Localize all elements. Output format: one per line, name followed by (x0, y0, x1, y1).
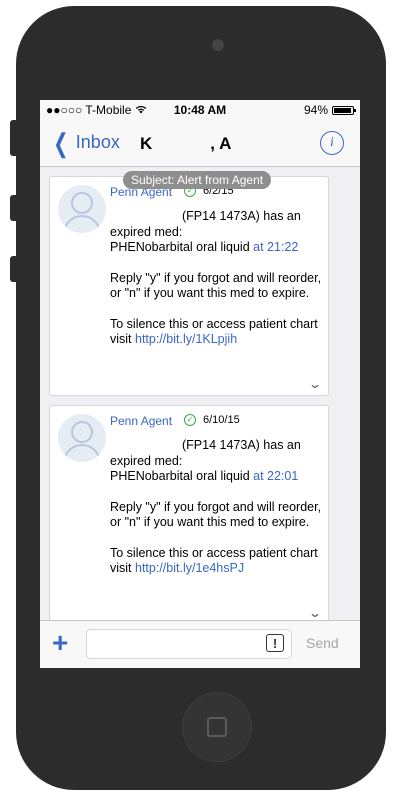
subject-pill: Subject: Alert from Agent (123, 171, 272, 189)
avatar-icon (58, 185, 106, 233)
volume-down-button (10, 256, 18, 282)
mrn-line: (FP14 1473A) has an (182, 438, 301, 452)
mute-switch (10, 120, 18, 156)
chart-link[interactable]: http://bit.ly/1KLpjih (135, 332, 237, 346)
send-button[interactable]: Send (306, 635, 339, 651)
sender-name[interactable]: Penn Agent (110, 414, 172, 428)
alert-paragraph: (FP14 1473A) has an expired med: PHENoba… (110, 209, 325, 256)
message-date: 6/10/15 (203, 414, 240, 426)
title-first: K (140, 134, 153, 153)
battery-status: 94% (303, 103, 356, 117)
title-last: , A (210, 134, 232, 153)
battery-percent: 94% (303, 103, 328, 117)
info-icon[interactable]: i (320, 131, 344, 155)
battery-fill (334, 107, 351, 113)
time-link[interactable]: at 22:01 (253, 469, 298, 483)
message-body: (FP14 1473A) has an expired med: PHENoba… (110, 438, 325, 592)
message-card: Penn Agent ✓ 6/2/15 (FP14 1473A) has an … (49, 176, 329, 396)
message-card: Penn Agent ✓ 6/10/15 (FP14 1473A) has an… (49, 405, 329, 620)
alert-paragraph: (FP14 1473A) has an expired med: PHENoba… (110, 438, 325, 485)
message-composer: + ! Send (40, 620, 360, 668)
silence-paragraph: To silence this or access patient chart … (110, 546, 325, 577)
chart-link[interactable]: http://bit.ly/1e4hsPJ (135, 561, 244, 575)
add-attachment-button[interactable]: + (52, 628, 68, 658)
message-list: Penn Agent ✓ 6/2/15 (FP14 1473A) has an … (40, 166, 360, 620)
reply-instructions: Reply "y" if you forgot and will reorder… (110, 270, 322, 301)
reply-instructions: Reply "y" if you forgot and will reorder… (110, 499, 322, 530)
volume-up-button (10, 195, 18, 221)
home-square-icon (207, 717, 227, 737)
silence-paragraph: To silence this or access patient chart … (110, 317, 325, 348)
redaction-mask (152, 135, 211, 154)
front-camera (212, 39, 224, 51)
expired-line: expired med: (110, 224, 183, 239)
message-input[interactable] (86, 629, 292, 659)
mrn-line: (FP14 1473A) has an (182, 209, 301, 223)
status-bar: ●●○○○ T-Mobile 10:48 AM 94% (40, 100, 360, 120)
med-name: PHENobarbital oral liquid (110, 240, 254, 254)
verified-check-icon: ✓ (184, 414, 196, 426)
home-button[interactable] (182, 692, 252, 762)
battery-icon (332, 105, 356, 115)
chevron-down-icon[interactable]: ⌄ (308, 377, 322, 391)
back-to-inbox-button[interactable]: ❮ Inbox (50, 127, 120, 158)
expired-line: expired med: (110, 453, 183, 468)
chevron-left-icon: ❮ (53, 127, 69, 158)
back-label: Inbox (75, 132, 120, 152)
message-body: (FP14 1473A) has an expired med: PHENoba… (110, 209, 325, 363)
navigation-bar: ❮ Inbox K , A i (40, 120, 360, 167)
priority-alert-icon[interactable]: ! (266, 634, 284, 652)
time-link[interactable]: at 21:22 (253, 240, 298, 254)
avatar-icon (58, 414, 106, 462)
conversation-title: K , A (140, 134, 262, 154)
phone-screen: ●●○○○ T-Mobile 10:48 AM 94% ❮ Inbox K , A… (40, 100, 360, 668)
med-name: PHENobarbital oral liquid (110, 469, 254, 483)
redaction-mask (231, 135, 262, 154)
chevron-down-icon[interactable]: ⌄ (308, 606, 322, 620)
